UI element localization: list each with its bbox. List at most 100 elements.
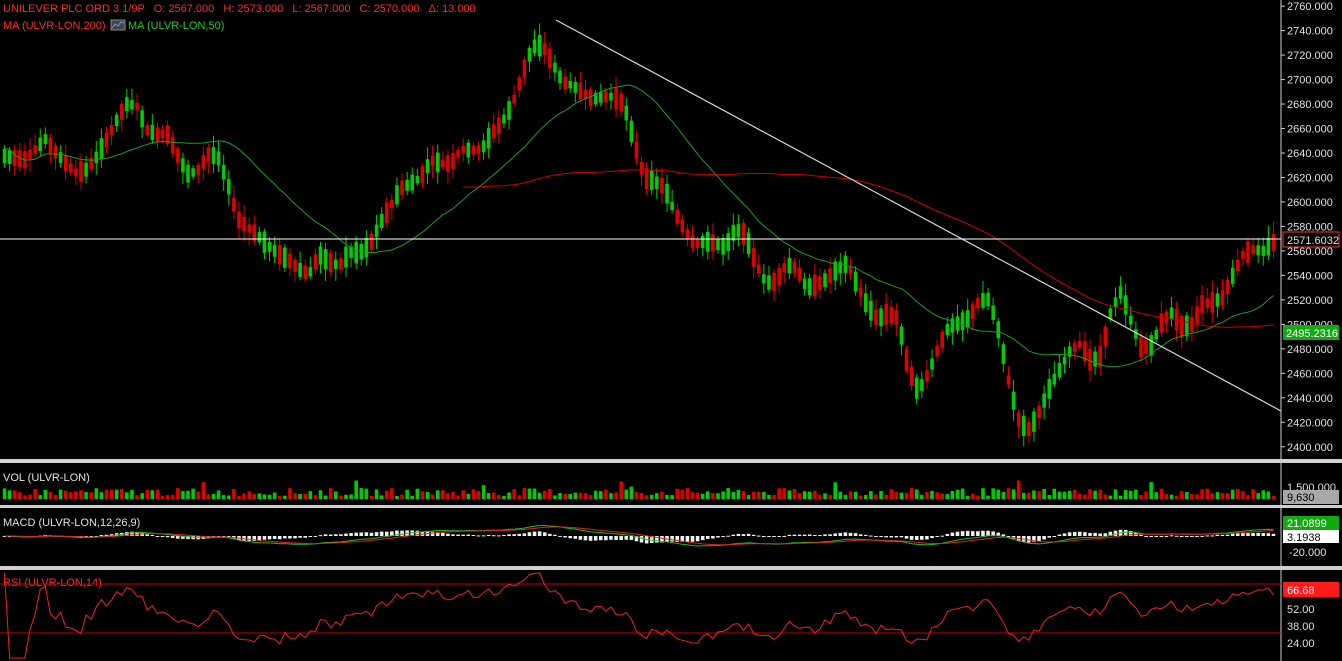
candle-body[interactable] <box>502 114 506 124</box>
candle-body[interactable] <box>328 252 333 272</box>
candle-body[interactable] <box>568 80 572 89</box>
macd-histogram-bar[interactable] <box>604 536 608 541</box>
candle-body[interactable] <box>334 259 338 269</box>
candle-body[interactable] <box>28 149 32 160</box>
volume-bar[interactable] <box>420 491 425 499</box>
volume-bar[interactable] <box>33 488 37 499</box>
macd-histogram-bar[interactable] <box>884 536 888 538</box>
candle-body[interactable] <box>191 168 195 177</box>
macd-histogram-bar[interactable] <box>532 531 537 536</box>
macd-histogram-bar[interactable] <box>379 531 384 536</box>
macd-histogram-bar[interactable] <box>1042 536 1046 540</box>
volume-bar[interactable] <box>649 494 654 499</box>
macd-histogram-bar[interactable] <box>690 536 695 542</box>
volume-bar[interactable] <box>858 495 863 499</box>
candle-body[interactable] <box>986 292 990 307</box>
volume-bar[interactable] <box>700 493 705 499</box>
volume-bar[interactable] <box>119 488 124 499</box>
volume-bar[interactable] <box>879 490 883 499</box>
volume-bar[interactable] <box>272 492 277 499</box>
volume-bar[interactable] <box>191 488 195 499</box>
candle-body[interactable] <box>1256 245 1260 256</box>
macd-histogram-bar[interactable] <box>257 536 262 541</box>
macd-histogram-bar[interactable] <box>461 534 465 536</box>
macd-histogram-bar[interactable] <box>517 533 522 536</box>
candle-body[interactable] <box>84 162 88 177</box>
candle-body[interactable] <box>853 271 858 292</box>
candle-body[interactable] <box>537 34 542 57</box>
volume-bar[interactable] <box>267 494 272 499</box>
trend-line[interactable] <box>555 19 1282 412</box>
volume-bar[interactable] <box>481 485 486 499</box>
macd-histogram-bar[interactable] <box>553 534 557 536</box>
macd-histogram-bar[interactable] <box>323 534 328 536</box>
macd-histogram-bar[interactable] <box>1093 532 1097 536</box>
macd-histogram-bar[interactable] <box>537 531 542 536</box>
macd-histogram-bar[interactable] <box>1047 536 1052 538</box>
macd-histogram-bar[interactable] <box>1067 532 1072 536</box>
candle-body[interactable] <box>1113 297 1118 308</box>
macd-histogram-bar[interactable] <box>706 536 710 539</box>
volume-bar[interactable] <box>415 488 420 499</box>
macd-histogram-bar[interactable] <box>976 531 980 536</box>
macd-histogram-bar[interactable] <box>298 536 302 538</box>
volume-bar[interactable] <box>869 491 873 499</box>
volume-bar[interactable] <box>1011 489 1016 499</box>
candle-body[interactable] <box>211 147 216 165</box>
volume-bar[interactable] <box>920 494 924 499</box>
candle-body[interactable] <box>471 146 476 155</box>
volume-bar[interactable] <box>1123 489 1128 499</box>
volume-bar[interactable] <box>1200 489 1204 499</box>
candle-body[interactable] <box>1190 317 1194 332</box>
candle-body[interactable] <box>563 76 567 90</box>
volume-bar[interactable] <box>349 494 353 499</box>
macd-histogram-bar[interactable] <box>731 534 736 536</box>
volume-bar[interactable] <box>542 490 547 499</box>
macd-histogram-bar[interactable] <box>354 532 358 536</box>
volume-bar[interactable] <box>553 495 557 499</box>
volume-bar[interactable] <box>716 493 720 499</box>
candle-body[interactable] <box>369 233 374 250</box>
macd-histogram-bar[interactable] <box>899 536 904 538</box>
volume-bar[interactable] <box>1220 493 1225 499</box>
volume-bar[interactable] <box>155 489 160 499</box>
macd-histogram-bar[interactable] <box>1144 536 1148 537</box>
volume-bar[interactable] <box>746 495 751 499</box>
candle-body[interactable] <box>160 129 165 139</box>
stock-chart[interactable]: 2760.000 2740.000 2720.000 2700.000 2680.000… <box>0 0 1342 661</box>
volume-bar[interactable] <box>680 489 685 499</box>
macd-histogram-bar[interactable] <box>833 533 837 536</box>
volume-bar[interactable] <box>1225 493 1230 499</box>
candle-body[interactable] <box>170 136 175 154</box>
candle-body[interactable] <box>629 120 634 143</box>
candle-body[interactable] <box>1261 245 1266 257</box>
volume-bar[interactable] <box>1210 493 1215 499</box>
volume-bar[interactable] <box>247 491 251 499</box>
macd-histogram-bar[interactable] <box>369 532 374 536</box>
macd-histogram-bar[interactable] <box>471 535 476 537</box>
volume-bar[interactable] <box>94 488 99 499</box>
candle-body[interactable] <box>109 124 114 136</box>
candle-body[interactable] <box>33 145 37 155</box>
macd-histogram-bar[interactable] <box>858 534 863 536</box>
candle-body[interactable] <box>395 185 399 205</box>
candle-body[interactable] <box>1078 340 1082 349</box>
volume-bar[interactable] <box>588 495 593 499</box>
volume-bar[interactable] <box>598 491 603 499</box>
macd-histogram-bar[interactable] <box>359 532 364 536</box>
volume-bar[interactable] <box>323 495 328 499</box>
volume-bar[interactable] <box>2 488 7 499</box>
candle-body[interactable] <box>945 323 950 336</box>
candle-body[interactable] <box>700 235 705 249</box>
volume-bar[interactable] <box>176 488 180 499</box>
volume-bar[interactable] <box>629 486 634 499</box>
macd-histogram-bar[interactable] <box>1200 535 1204 537</box>
volume-bar[interactable] <box>593 490 598 499</box>
candle-body[interactable] <box>914 377 919 399</box>
candle-body[interactable] <box>1179 316 1184 338</box>
macd-histogram-bar[interactable] <box>869 535 873 537</box>
candle-body[interactable] <box>1154 329 1159 340</box>
macd-histogram-bar[interactable] <box>950 532 955 536</box>
candle-body[interactable] <box>288 253 292 269</box>
candle-body[interactable] <box>1246 241 1250 264</box>
